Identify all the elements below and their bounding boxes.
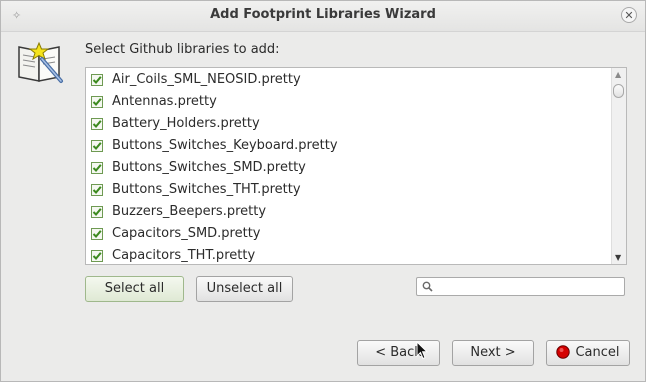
list-item[interactable]: Buttons_Switches_Keyboard.pretty [86, 135, 611, 157]
title-bar[interactable]: ✧ Add Footprint Libraries Wizard ✕ [1, 1, 645, 32]
list-item[interactable]: Buttons_Switches_THT.pretty [86, 179, 611, 201]
list-item[interactable]: Capacitors_SMD.pretty [86, 223, 611, 245]
wizard-window: ✧ Add Footprint Libraries Wizard ✕ Selec… [0, 0, 646, 382]
library-checkbox[interactable] [91, 140, 103, 152]
list-item[interactable]: Buttons_Switches_SMD.pretty [86, 157, 611, 179]
library-checkbox[interactable] [91, 96, 103, 108]
library-label: Buzzers_Beepers.pretty [112, 204, 267, 219]
library-checkbox[interactable] [91, 206, 103, 218]
select-all-button[interactable]: Select all [85, 276, 184, 302]
library-label: Capacitors_SMD.pretty [112, 226, 261, 241]
list-item[interactable]: Capacitors_THT.pretty [86, 245, 611, 264]
close-button[interactable]: ✕ [621, 7, 637, 23]
cancel-button[interactable]: Cancel [546, 340, 630, 366]
library-label: Buttons_Switches_SMD.pretty [112, 160, 306, 175]
list-item[interactable]: Air_Coils_SML_NEOSID.pretty [86, 69, 611, 91]
library-label: Capacitors_THT.pretty [112, 248, 256, 263]
library-label: Air_Coils_SML_NEOSID.pretty [112, 72, 301, 87]
window-title: Add Footprint Libraries Wizard [210, 7, 436, 22]
cancel-icon [556, 344, 571, 359]
cancel-label: Cancel [575, 345, 620, 360]
vertical-scrollbar[interactable]: ▲ ▼ [611, 68, 626, 264]
library-label: Buttons_Switches_Keyboard.pretty [112, 138, 338, 153]
library-list[interactable]: Air_Coils_SML_NEOSID.pretty Antennas.pre… [85, 67, 627, 265]
search-icon [422, 281, 433, 292]
scroll-thumb[interactable] [613, 84, 624, 98]
list-item[interactable]: Battery_Holders.pretty [86, 113, 611, 135]
scroll-up-arrow-icon[interactable]: ▲ [615, 70, 621, 79]
library-label: Antennas.pretty [112, 94, 217, 109]
library-checkbox[interactable] [91, 250, 103, 262]
select-libraries-prompt: Select Github libraries to add: [85, 42, 280, 57]
library-label: Battery_Holders.pretty [112, 116, 260, 131]
next-button[interactable]: Next > [452, 340, 534, 366]
library-checkbox[interactable] [91, 184, 103, 196]
unselect-all-button[interactable]: Unselect all [196, 276, 293, 302]
list-item[interactable]: Antennas.pretty [86, 91, 611, 113]
scroll-down-arrow-icon[interactable]: ▼ [615, 253, 621, 262]
library-label: Buttons_Switches_THT.pretty [112, 182, 301, 197]
library-checkbox[interactable] [91, 118, 103, 130]
mouse-pointer-icon [416, 341, 428, 360]
search-input[interactable] [416, 277, 625, 296]
library-checkbox[interactable] [91, 162, 103, 174]
library-checkbox[interactable] [91, 228, 103, 240]
list-item[interactable]: Buzzers_Beepers.pretty [86, 201, 611, 223]
book-wand-icon [15, 37, 67, 89]
library-checkbox[interactable] [91, 74, 103, 86]
